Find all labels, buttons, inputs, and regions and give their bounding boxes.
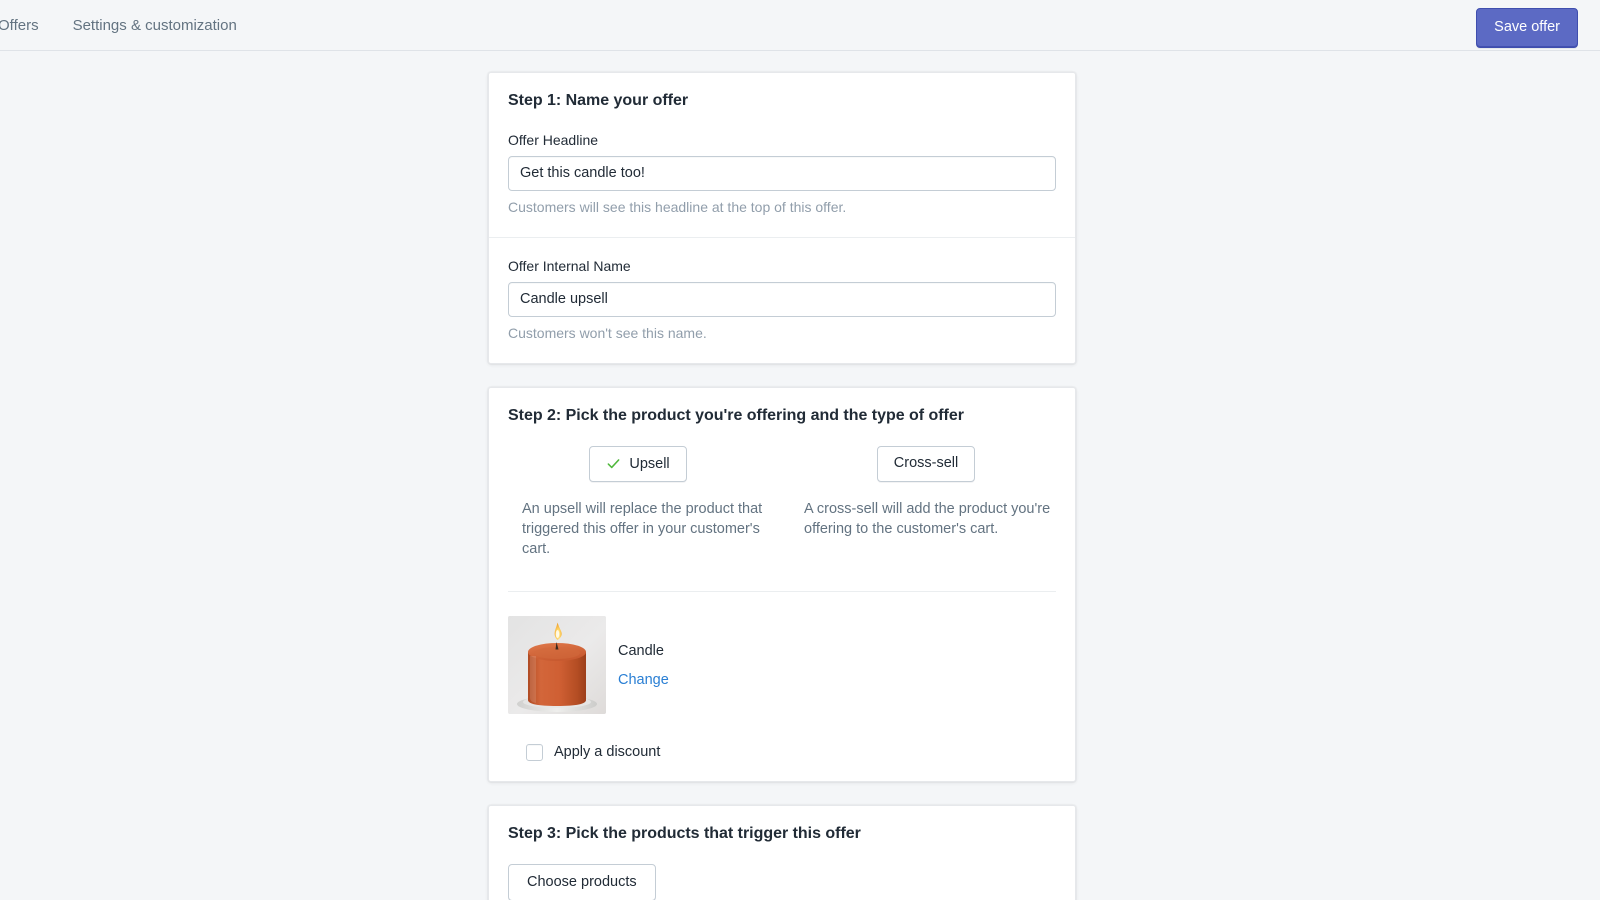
check-icon [606,456,621,471]
step-3-card: Step 3: Pick the products that trigger t… [488,804,1076,900]
offer-type-row: Upsell An upsell will replace the produc… [508,446,1056,559]
choose-products-button[interactable]: Choose products [508,863,656,900]
candle-product-image [508,615,606,714]
upsell-description: An upsell will replace the product that … [522,501,763,557]
page-body: Step 1: Name your offer Offer Headline C… [0,51,1600,900]
offer-internal-name-label: Offer Internal Name [508,258,631,275]
crosssell-button-wrap: Cross-sell [796,446,1056,482]
crosssell-button-label: Cross-sell [893,455,959,472]
step-1-headline-section: Step 1: Name your offer Offer Headline C… [489,73,1075,237]
apply-discount-checkbox[interactable] [526,743,543,761]
step-2-card: Step 2: Pick the product you're offering… [488,387,1076,782]
product-name: Candle [618,642,664,659]
crosssell-description: A cross-sell will add the product you're… [804,500,1051,537]
crosssell-column: Cross-sell A cross-sell will add the pro… [782,446,1056,559]
step-2-title: Step 2: Pick the product you're offering… [508,407,964,425]
step-3-section: Step 3: Pick the products that trigger t… [489,806,1075,900]
selected-product-row: Candle Change [508,615,1056,714]
upsell-button-label: Upsell [629,455,670,472]
offer-headline-help: Customers will see this headline at the … [508,198,847,215]
step-1-card: Step 1: Name your offer Offer Headline C… [488,72,1076,365]
upsell-column: Upsell An upsell will replace the produc… [508,446,782,559]
save-offer-button[interactable]: Save offer [1476,8,1578,48]
step-2-inset-divider [508,590,1056,592]
step-2-section: Step 2: Pick the product you're offering… [489,388,1075,780]
offer-headline-input[interactable] [508,155,1056,191]
crosssell-button[interactable]: Cross-sell [876,446,976,482]
step-3-title: Step 3: Pick the products that trigger t… [508,824,861,842]
top-navigation: Offers Settings & customization [0,0,1600,51]
step-1-title: Step 1: Name your offer [508,92,689,109]
upsell-button[interactable]: Upsell [589,446,687,483]
apply-discount-row[interactable]: Apply a discount [526,743,1056,761]
top-bar: Offers Settings & customization Save off… [0,0,1600,51]
upsell-button-wrap: Upsell [508,446,768,483]
change-product-link[interactable]: Change [618,671,669,690]
offer-internal-name-input[interactable] [508,281,1056,317]
nav-offers[interactable]: Offers [0,18,39,33]
offer-headline-label: Offer Headline [508,132,599,148]
form-column: Step 1: Name your offer Offer Headline C… [488,72,1076,900]
selected-product-info: Candle Change [618,616,669,691]
nav-settings-customization[interactable]: Settings & customization [73,18,237,33]
apply-discount-label[interactable]: Apply a discount [554,745,660,760]
step-1-internal-name-section: Offer Internal Name Customers won't see … [489,238,1075,363]
offer-internal-name-help: Customers won't see this name. [508,324,707,341]
